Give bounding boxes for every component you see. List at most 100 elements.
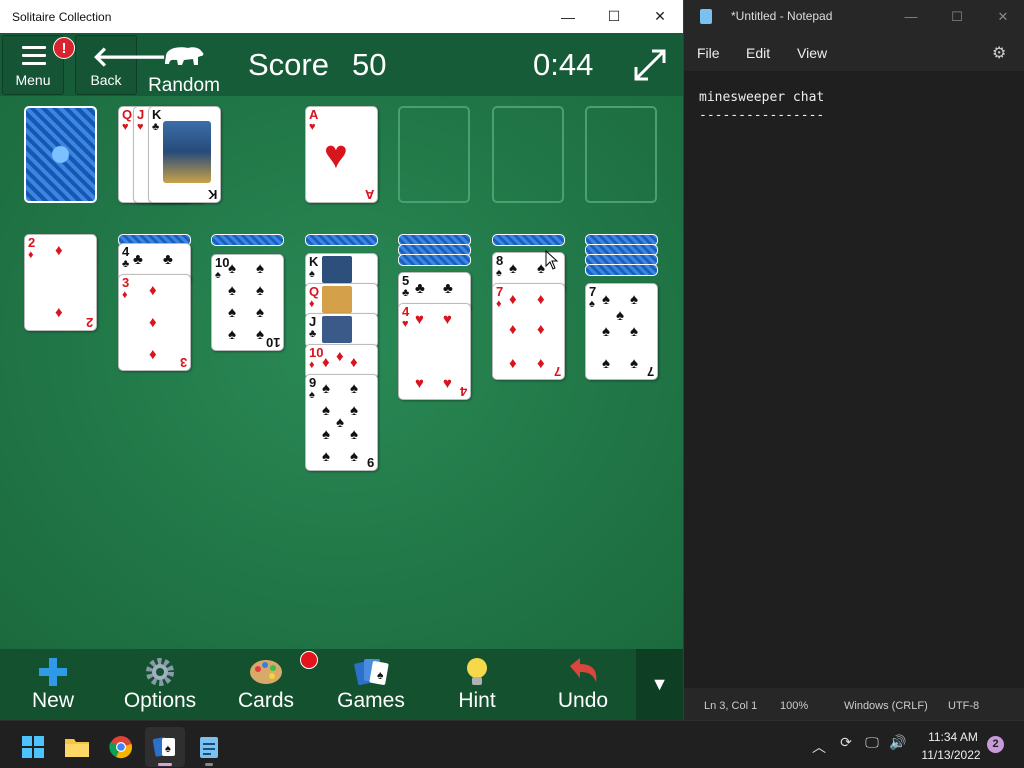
back-button[interactable]: 🡐 Back [75, 35, 167, 95]
game-header: Menu ! 🡐 Back Random Score 50 0:44 [0, 33, 683, 96]
fullscreen-icon[interactable] [632, 47, 668, 83]
close-button[interactable]: ✕ [980, 0, 1024, 33]
score-label: Score [248, 47, 329, 82]
gear-icon [115, 655, 205, 689]
chrome-button[interactable] [101, 727, 141, 767]
notification-badge[interactable]: 2 [987, 736, 1004, 753]
svg-text:♠: ♠ [165, 743, 171, 755]
svg-text:♠: ♠ [377, 668, 384, 682]
active-indicator [158, 763, 172, 766]
menu-bar: File Edit View ⚙ [684, 33, 1024, 71]
tableau-card[interactable]: 7 ♠ ♠ ♠ ♠ ♠ ♠ ♠ ♠ 7 [585, 283, 658, 380]
king-face-image [163, 121, 211, 183]
notepad-titlebar: *Untitled - Notepad — ☐ ✕ [684, 0, 1024, 33]
alert-badge: ! [53, 37, 75, 59]
chrome-icon [109, 736, 132, 759]
solitaire-window: Solitaire Collection — ☐ ✕ Menu ! 🡐 Back… [0, 0, 683, 720]
text-editor[interactable]: minesweeper chat ---------------- [684, 71, 1024, 688]
menu-edit[interactable]: Edit [746, 45, 770, 61]
notepad-taskbar-button[interactable] [189, 727, 229, 767]
chevron-up-icon[interactable]: ︿ [812, 737, 826, 757]
solitaire-taskbar-button[interactable]: ♠ [145, 727, 185, 767]
notepad-icon [200, 737, 218, 758]
mouse-cursor-icon [545, 250, 559, 270]
menu-file[interactable]: File [697, 45, 720, 61]
lightbulb-icon [448, 655, 506, 689]
foundation-card[interactable]: A ♥ ♥ A [305, 106, 378, 203]
zoom-level: 100% [780, 700, 809, 712]
hamburger-icon [22, 46, 46, 70]
cards-button[interactable]: Cards [228, 649, 304, 720]
game-timer: 0:44 [533, 47, 594, 82]
cards-stack-icon: ♠ [333, 655, 409, 689]
undo-arrow-icon [548, 655, 618, 689]
face-down-card [211, 234, 284, 246]
score-value: 50 [352, 47, 387, 82]
solitaire-titlebar: Solitaire Collection — ☐ ✕ [0, 0, 683, 33]
close-button[interactable]: ✕ [637, 0, 683, 33]
notepad-icon [700, 9, 712, 24]
settings-gear-icon[interactable]: ⚙ [992, 43, 1006, 63]
minimize-button[interactable]: — [545, 0, 591, 33]
line-ending: Windows (CRLF) [844, 700, 928, 712]
volume-icon[interactable]: 🔊 [888, 734, 908, 754]
sync-icon[interactable]: ⟳ [836, 734, 856, 754]
games-button[interactable]: ♠ Games [333, 649, 409, 720]
undo-button[interactable]: Undo [548, 649, 618, 720]
file-explorer-button[interactable] [57, 727, 97, 767]
waste-card-top[interactable]: K ♣ K [148, 106, 221, 203]
notification-dot [300, 651, 318, 669]
options-button[interactable]: Options [115, 649, 205, 720]
clock-date[interactable]: 11/13/2022 [916, 748, 986, 762]
more-toolbar-button[interactable]: ▼ [636, 649, 683, 720]
foundation-slot[interactable] [398, 106, 470, 203]
queen-face-image [322, 286, 352, 313]
face-down-card [398, 254, 471, 266]
tableau-card[interactable]: 4 ♥ ♥ ♥ ♥ ♥ 4 [398, 303, 471, 400]
window-title: Solitaire Collection [12, 10, 112, 24]
taskbar: ♠ ︿ ⟳ 🖵 🔊 11:34 AM 11/13/2022 2 [0, 720, 1024, 768]
network-icon[interactable]: 🖵 [862, 734, 882, 754]
windows-logo-icon [22, 736, 44, 758]
face-down-card [305, 234, 378, 246]
tableau-card[interactable]: 2 ♦ ♦ ♦ 2 [24, 234, 97, 331]
plus-icon [17, 655, 89, 689]
face-down-card [492, 234, 565, 246]
start-button[interactable] [13, 727, 53, 767]
tableau-card[interactable]: J ♣ [305, 313, 378, 348]
foundation-slot[interactable] [492, 106, 564, 203]
menu-label: Menu [15, 72, 51, 88]
chevron-down-icon: ▼ [650, 674, 669, 694]
jack-face-image [322, 316, 352, 343]
back-label: Back [90, 72, 122, 88]
palette-icon [228, 655, 304, 689]
game-mode: Random [145, 43, 223, 97]
maximize-button[interactable]: ☐ [591, 0, 637, 33]
tableau-card[interactable]: 10 ♠ ♠ ♠ ♠ ♠ ♠ ♠ ♠ ♠ 10 [211, 254, 284, 351]
clock-time[interactable]: 11:34 AM [918, 730, 988, 744]
face-down-card [585, 264, 658, 276]
encoding: UTF-8 [948, 700, 980, 712]
tableau-card[interactable]: 7 ♦ ♦ ♦ ♦ ♦ ♦ ♦ 7 [492, 283, 565, 380]
stock-pile[interactable] [24, 106, 97, 203]
game-board: Q ♥ J ♥ K ♣ K A ♥ ♥ A 2 ♦ ♦ ♦ 2 4 ♣ ♣ ♣ … [0, 96, 683, 649]
menu-view[interactable]: View [797, 45, 827, 61]
cursor-position: Ln 3, Col 1 [704, 700, 758, 712]
status-bar: Ln 3, Col 1 100% Windows (CRLF) UTF-8 [684, 688, 1024, 720]
open-indicator [205, 763, 213, 766]
tableau-card[interactable]: 3 ♦ ♦ ♦ ♦ 3 [118, 274, 191, 371]
mode-label: Random [148, 75, 220, 96]
hint-button[interactable]: Hint [448, 649, 506, 720]
solitaire-icon: ♠ [152, 737, 175, 757]
foundation-slot[interactable] [585, 106, 657, 203]
folder-icon [65, 739, 89, 757]
tableau-card[interactable]: 9 ♠ ♠ ♠ ♠ ♠ ♠ ♠ ♠ ♠ ♠ 9 [305, 374, 378, 471]
king-face-image [322, 256, 352, 283]
notepad-window: *Untitled - Notepad — ☐ ✕ File Edit View… [683, 0, 1024, 720]
polar-bear-icon [165, 47, 204, 65]
maximize-button[interactable]: ☐ [934, 0, 980, 33]
game-toolbar: New Options Cards ♠ Games Hint Undo ▼ [0, 649, 683, 720]
window-title: *Untitled - Notepad [731, 9, 833, 23]
new-game-button[interactable]: New [17, 649, 89, 720]
minimize-button[interactable]: — [888, 0, 934, 33]
